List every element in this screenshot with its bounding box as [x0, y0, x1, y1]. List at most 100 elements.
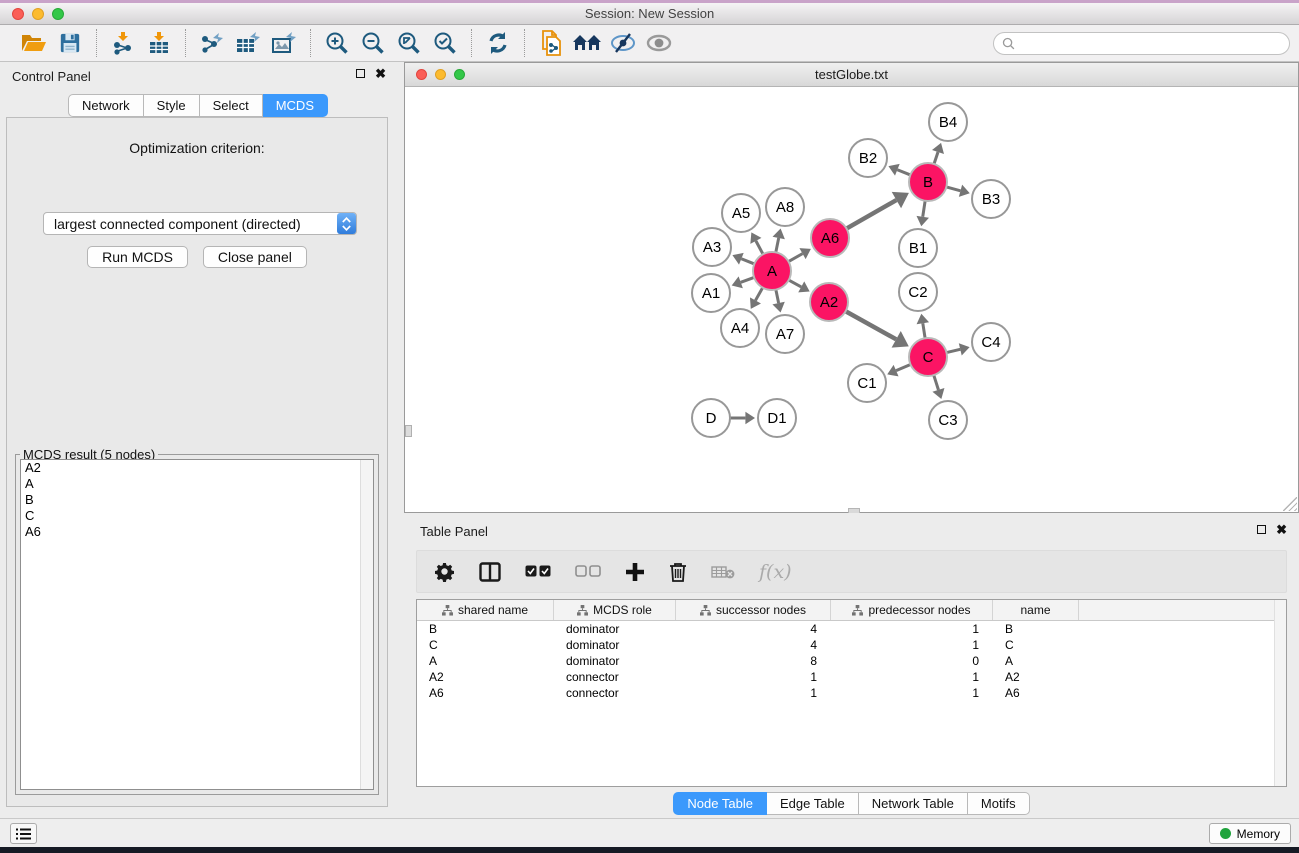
network-canvas[interactable]: B4B2BB3A8A5A6A3B1AA1C2A2A4A7C4CC1DD1C3 — [405, 87, 1298, 512]
graph-node-C4[interactable]: C4 — [972, 323, 1010, 361]
column-header-name[interactable]: name — [993, 600, 1079, 620]
export-image-button[interactable] — [266, 28, 302, 58]
zoom-out-button[interactable] — [355, 28, 391, 58]
graph-edge[interactable] — [776, 238, 779, 252]
table-cell[interactable]: 1 — [676, 685, 831, 701]
column-header-predecessor-nodes[interactable]: predecessor nodes — [831, 600, 993, 620]
graph-node-C1[interactable]: C1 — [848, 364, 886, 402]
table-row[interactable]: Adominator80A — [417, 653, 1286, 669]
tab-select[interactable]: Select — [200, 94, 263, 117]
close-panel-button[interactable]: Close panel — [203, 246, 307, 268]
graph-node-C2[interactable]: C2 — [899, 273, 937, 311]
graph-edge[interactable] — [789, 280, 802, 287]
table-cell[interactable]: 0 — [831, 653, 993, 669]
graph-node-A3[interactable]: A3 — [693, 228, 731, 266]
graph-edge[interactable] — [897, 170, 910, 175]
close-window-button[interactable] — [12, 8, 24, 20]
graph-edge[interactable] — [756, 241, 763, 254]
table-scrollbar[interactable] — [1274, 600, 1286, 786]
table-row[interactable]: A6connector11A6 — [417, 685, 1286, 701]
memory-button[interactable]: Memory — [1209, 823, 1291, 844]
graph-node-C3[interactable]: C3 — [929, 401, 967, 439]
table-settings-button[interactable] — [435, 557, 455, 587]
graph-node-B1[interactable]: B1 — [899, 229, 937, 267]
result-list-scrollbar[interactable] — [360, 460, 373, 789]
tab-style[interactable]: Style — [144, 94, 200, 117]
result-item[interactable]: A2 — [21, 460, 373, 476]
import-network-button[interactable] — [105, 28, 141, 58]
graph-edge[interactable] — [741, 277, 754, 282]
zoom-window-button[interactable] — [52, 8, 64, 20]
graph-edge[interactable] — [934, 375, 939, 390]
table-cell[interactable]: 1 — [831, 621, 993, 637]
graph-node-A5[interactable]: A5 — [722, 194, 760, 232]
minimize-window-button[interactable] — [32, 8, 44, 20]
create-new-column-button[interactable] — [625, 557, 645, 587]
show-graphics-details-button[interactable] — [641, 28, 677, 58]
result-item[interactable]: C — [21, 508, 373, 524]
search-box[interactable] — [993, 32, 1290, 55]
network-graph[interactable]: B4B2BB3A8A5A6A3B1AA1C2A2A4A7C4CC1DD1C3 — [405, 87, 1298, 512]
graph-node-D[interactable]: D — [692, 399, 730, 437]
float-panel-icon[interactable] — [356, 69, 365, 78]
close-table-panel-icon[interactable]: ✖ — [1276, 525, 1287, 534]
table-cell[interactable]: C — [417, 637, 554, 653]
column-header-shared-name[interactable]: shared name — [417, 600, 554, 620]
result-item[interactable]: B — [21, 492, 373, 508]
table-cell[interactable]: connector — [554, 669, 676, 685]
node-table[interactable]: shared nameMCDS rolesuccessor nodesprede… — [416, 599, 1287, 787]
graph-node-B3[interactable]: B3 — [972, 180, 1010, 218]
table-row[interactable]: A2connector11A2 — [417, 669, 1286, 685]
network-window-titlebar[interactable]: testGlobe.txt — [405, 63, 1298, 87]
zoom-fit-button[interactable] — [391, 28, 427, 58]
graph-node-A6[interactable]: A6 — [811, 219, 849, 257]
table-cell[interactable]: 1 — [831, 637, 993, 653]
table-cell[interactable]: connector — [554, 685, 676, 701]
graph-edge[interactable] — [946, 187, 960, 191]
graph-edge[interactable] — [934, 152, 938, 164]
network-close-button[interactable] — [416, 69, 427, 80]
save-session-button[interactable] — [52, 28, 88, 58]
table-cell[interactable]: dominator — [554, 637, 676, 653]
hide-selected-button[interactable] — [605, 28, 641, 58]
result-item[interactable]: A — [21, 476, 373, 492]
network-minimize-button[interactable] — [435, 69, 446, 80]
graph-edge[interactable] — [946, 349, 960, 352]
first-neighbors-button[interactable] — [569, 28, 605, 58]
search-input[interactable] — [1015, 33, 1289, 54]
table-cell[interactable]: A — [417, 653, 554, 669]
delete-table-button[interactable] — [711, 557, 735, 587]
table-cell[interactable]: dominator — [554, 621, 676, 637]
table-cell[interactable]: dominator — [554, 653, 676, 669]
graph-node-B4[interactable]: B4 — [929, 103, 967, 141]
function-builder-button[interactable]: f(x) — [759, 557, 792, 587]
tab-mcds[interactable]: MCDS — [263, 94, 328, 117]
table-row[interactable]: Cdominator41C — [417, 637, 1286, 653]
table-cell[interactable]: 4 — [676, 621, 831, 637]
graph-node-B[interactable]: B — [909, 163, 947, 201]
tab-node-table[interactable]: Node Table — [673, 792, 767, 815]
graph-node-D1[interactable]: D1 — [758, 399, 796, 437]
graph-edge[interactable] — [776, 290, 779, 303]
apply-layout-button[interactable] — [480, 28, 516, 58]
column-header-successor-nodes[interactable]: successor nodes — [676, 600, 831, 620]
tab-edge-table[interactable]: Edge Table — [767, 792, 859, 815]
table-cell[interactable]: A — [993, 653, 1079, 669]
graph-edge[interactable] — [846, 311, 897, 339]
table-cell[interactable]: A6 — [993, 685, 1079, 701]
close-panel-icon[interactable]: ✖ — [375, 69, 386, 78]
table-cell[interactable]: A2 — [993, 669, 1079, 685]
graph-node-A8[interactable]: A8 — [766, 188, 804, 226]
column-header-MCDS-role[interactable]: MCDS role — [554, 600, 676, 620]
graph-node-A4[interactable]: A4 — [721, 309, 759, 347]
table-cell[interactable]: 4 — [676, 637, 831, 653]
table-cell[interactable]: B — [417, 621, 554, 637]
show-tasks-button[interactable] — [10, 823, 37, 844]
export-table-button[interactable] — [230, 28, 266, 58]
table-cell[interactable]: C — [993, 637, 1079, 653]
table-cell[interactable]: 1 — [831, 685, 993, 701]
open-session-button[interactable] — [16, 28, 52, 58]
split-table-view-button[interactable] — [479, 557, 501, 587]
new-network-from-selection-button[interactable] — [533, 28, 569, 58]
delete-columns-button[interactable] — [669, 557, 687, 587]
